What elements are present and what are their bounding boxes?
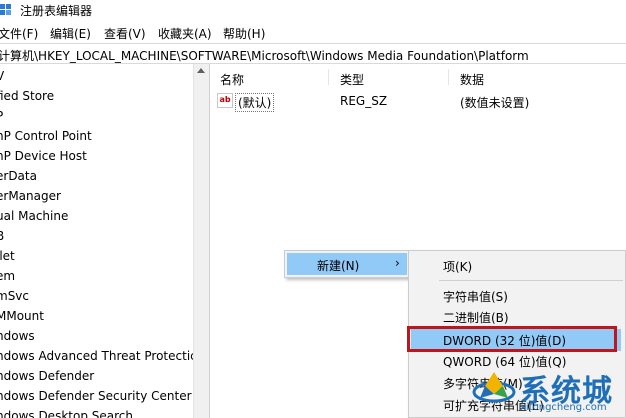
tree-item[interactable]: P bbox=[0, 109, 3, 123]
scroll-up-arrow-icon[interactable] bbox=[197, 68, 205, 73]
tree-item[interactable]: mSvc bbox=[0, 289, 29, 303]
annotation-highlight-box bbox=[407, 326, 617, 352]
tree-item[interactable]: V bbox=[0, 69, 4, 83]
value-type: REG_SZ bbox=[340, 94, 388, 108]
menu-view[interactable]: 查看(V) bbox=[104, 25, 146, 42]
registry-editor-icon bbox=[0, 4, 11, 15]
submenu-item-key[interactable]: 项(K) bbox=[443, 258, 472, 275]
tree-item[interactable]: ual Machine bbox=[0, 209, 68, 223]
context-menu-new[interactable]: 新建(N) › bbox=[287, 253, 407, 275]
tree-item[interactable]: ndows bbox=[0, 329, 35, 343]
title-bar: 注册表编辑器 bbox=[0, 0, 626, 22]
menu-bar: 文件(F) 编辑(E) 查看(V) 收藏夹(A) 帮助(H) bbox=[0, 22, 626, 42]
string-value-icon: ab bbox=[217, 93, 233, 108]
watermark-logo-icon bbox=[472, 372, 516, 403]
column-header-type[interactable]: 类型 bbox=[340, 71, 364, 88]
tree-item[interactable]: erManager bbox=[0, 189, 61, 203]
table-row[interactable]: ab (默认) REG_SZ (数值未设置) bbox=[210, 91, 626, 112]
column-separator[interactable] bbox=[328, 69, 329, 85]
tree-item[interactable]: MMount bbox=[0, 309, 44, 323]
tree-item[interactable]: fied Store bbox=[0, 89, 54, 103]
menu-file[interactable]: 文件(F) bbox=[0, 25, 38, 42]
tree-item[interactable]: ndows Desktop Search bbox=[0, 409, 133, 418]
menu-edit[interactable]: 编辑(E) bbox=[50, 25, 91, 42]
window-title: 注册表编辑器 bbox=[20, 4, 93, 18]
menu-favorites[interactable]: 收藏夹(A) bbox=[158, 25, 212, 42]
tree-item[interactable]: llet bbox=[0, 249, 15, 263]
address-path[interactable]: 计算机\HKEY_LOCAL_MACHINE\SOFTWARE\Microsof… bbox=[0, 47, 529, 64]
tree-item[interactable]: B bbox=[0, 229, 4, 243]
submenu-arrow-icon: › bbox=[395, 256, 400, 270]
context-menu-new-label: 新建(N) bbox=[317, 259, 360, 273]
tree-item[interactable]: em bbox=[0, 269, 15, 283]
watermark: 系统城 xitongcheng.com bbox=[470, 364, 626, 418]
tree-item[interactable]: nP Control Point bbox=[0, 129, 92, 143]
value-name[interactable]: (默认) bbox=[235, 93, 275, 112]
watermark-url: xitongcheng.com bbox=[520, 402, 607, 413]
menu-help[interactable]: 帮助(H) bbox=[223, 25, 265, 42]
context-menu: 新建(N) › bbox=[284, 250, 410, 278]
address-bar[interactable]: 计算机\HKEY_LOCAL_MACHINE\SOFTWARE\Microsof… bbox=[0, 43, 626, 64]
value-data: (数值未设置) bbox=[460, 96, 530, 110]
tree-item[interactable]: ndows Defender bbox=[0, 369, 94, 383]
tree-scrollbar[interactable] bbox=[193, 64, 210, 418]
column-header-name[interactable]: 名称 bbox=[220, 71, 244, 88]
column-header-data[interactable]: 数据 bbox=[460, 71, 484, 88]
tree-pane: V fied Store P nP Control Point nP Devic… bbox=[0, 64, 193, 418]
tree-item[interactable]: ndows Defender Security Center bbox=[0, 389, 192, 403]
tree-item[interactable]: ndows Advanced Threat Protectic bbox=[0, 349, 193, 363]
tree-item[interactable]: nP Device Host bbox=[0, 149, 87, 163]
submenu-item-binary[interactable]: 二进制值(B) bbox=[443, 309, 509, 326]
tree-item[interactable]: erData bbox=[0, 169, 37, 183]
column-separator[interactable] bbox=[448, 69, 449, 85]
submenu-item-string[interactable]: 字符串值(S) bbox=[443, 288, 508, 305]
submenu-separator bbox=[439, 280, 623, 281]
